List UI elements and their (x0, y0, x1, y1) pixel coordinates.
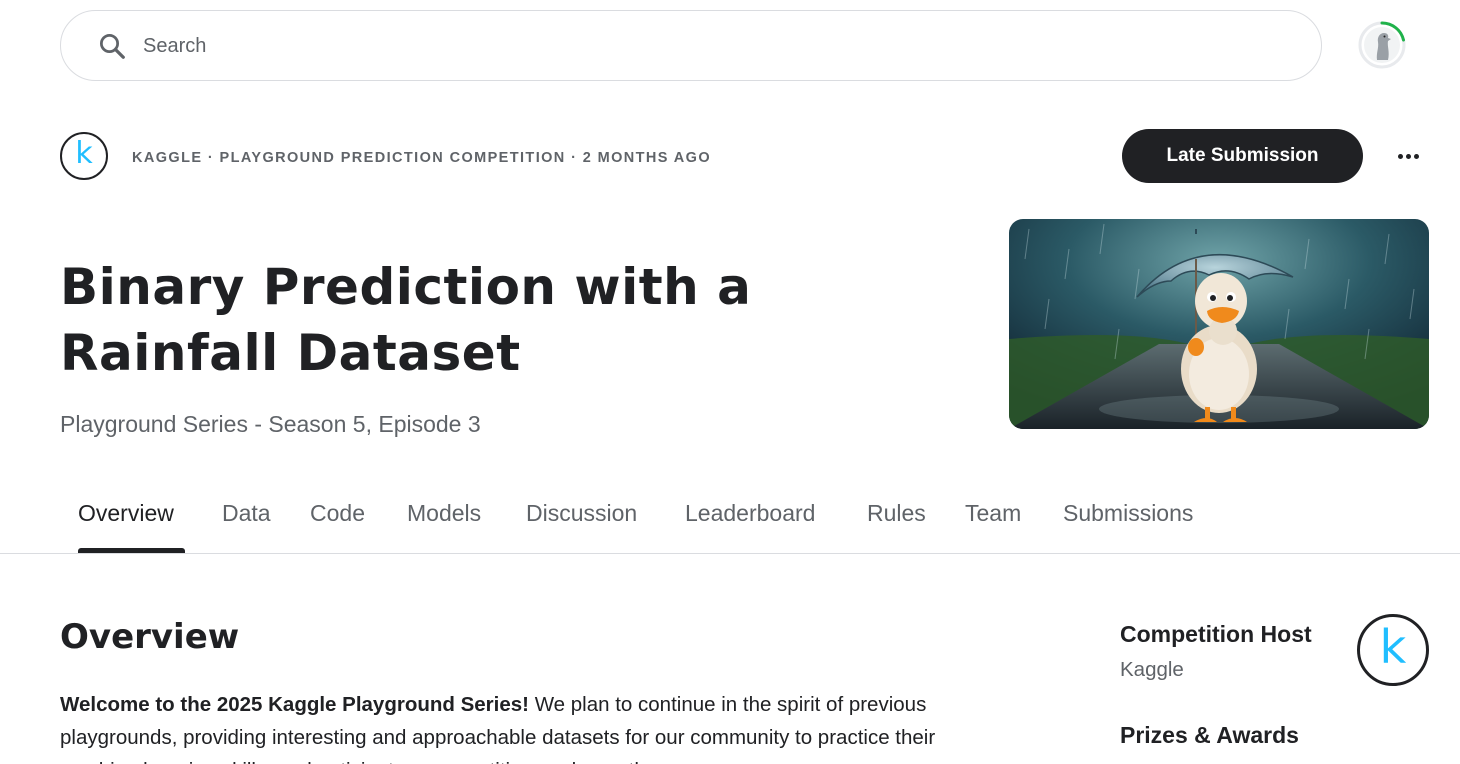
overview-paragraph: Welcome to the 2025 Kaggle Playground Se… (60, 688, 965, 764)
tab-code[interactable]: Code (310, 500, 365, 554)
tab-team[interactable]: Team (965, 500, 1021, 554)
host-kaggle-logo[interactable]: k (1357, 614, 1429, 686)
active-tab-indicator (78, 548, 185, 553)
search-bar[interactable] (60, 10, 1322, 81)
late-submission-button[interactable]: Late Submission (1122, 129, 1363, 183)
competition-banner-image (1009, 219, 1429, 429)
competition-meta: KAGGLE · PLAYGROUND PREDICTION COMPETITI… (132, 150, 711, 166)
prizes-awards-label: Prizes & Awards (1120, 722, 1299, 748)
kaggle-logo[interactable]: k (60, 132, 108, 180)
tab-leaderboard[interactable]: Leaderboard (685, 500, 815, 554)
overview-lead-bold: Welcome to the 2025 Kaggle Playground Se… (60, 693, 529, 716)
more-horizontal-icon[interactable] (1390, 140, 1426, 172)
tab-submissions[interactable]: Submissions (1063, 500, 1193, 554)
user-avatar[interactable] (1357, 20, 1407, 70)
avatar-progress-ring (1358, 21, 1406, 69)
competition-host-name[interactable]: Kaggle (1120, 658, 1184, 682)
page-subtitle: Playground Series - Season 5, Episode 3 (60, 411, 481, 437)
tab-models[interactable]: Models (407, 500, 481, 554)
competition-host-label: Competition Host (1120, 621, 1312, 647)
page-title: Binary Prediction with a Rainfall Datase… (60, 258, 752, 382)
competition-tabs: Overview Data Code Models Discussion Lea… (0, 490, 1460, 554)
tab-rules[interactable]: Rules (867, 500, 926, 554)
search-input[interactable] (143, 29, 1243, 63)
tab-overview[interactable]: Overview (78, 500, 174, 554)
search-icon (100, 34, 125, 59)
overview-heading: Overview (60, 617, 240, 657)
tab-data[interactable]: Data (222, 500, 271, 554)
tab-discussion[interactable]: Discussion (526, 500, 637, 554)
